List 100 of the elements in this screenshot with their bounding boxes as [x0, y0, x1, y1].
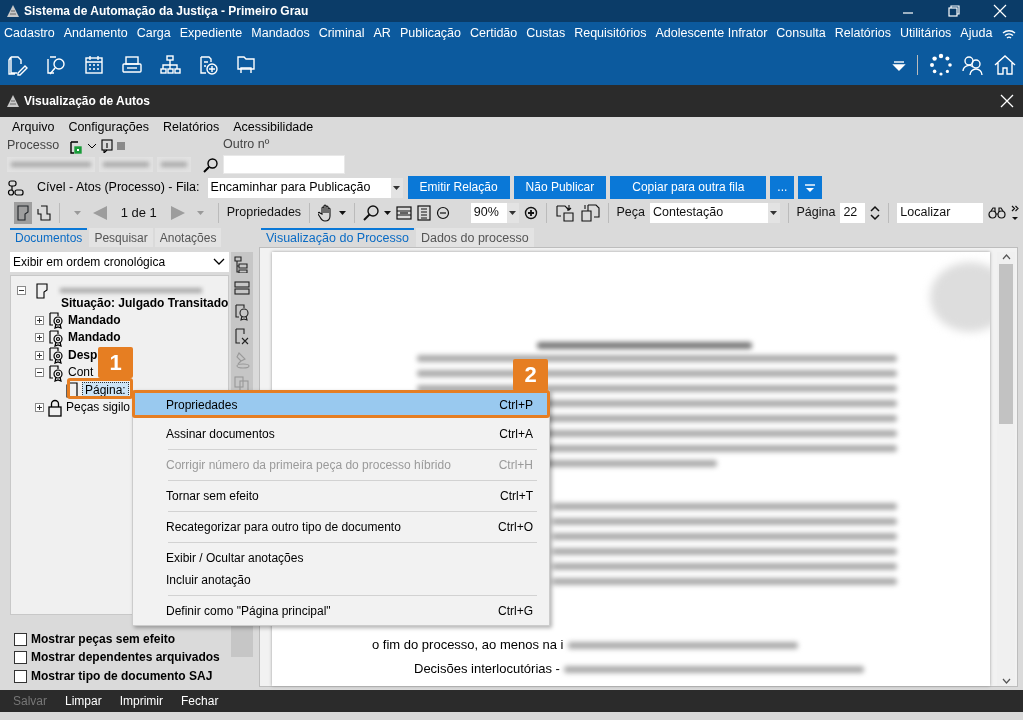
- action-button[interactable]: Emitir Relação: [407, 176, 510, 199]
- scroll-down-icon[interactable]: [1001, 678, 1011, 684]
- workflow-icon[interactable]: [7, 179, 25, 196]
- zoom-icon[interactable]: [362, 205, 379, 221]
- text-field[interactable]: [223, 155, 345, 174]
- menu-item[interactable]: Certidão: [470, 25, 518, 42]
- overflow-icon[interactable]: [1011, 205, 1019, 221]
- zoom-select[interactable]: 90%: [470, 203, 519, 223]
- menu-item[interactable]: Criminal: [318, 25, 365, 42]
- menu-item[interactable]: Recategorizar para outro tipo de documento Ctrl+O: [135, 516, 547, 538]
- menu-item[interactable]: Mandados: [251, 25, 310, 42]
- remove-document-icon[interactable]: [233, 327, 251, 345]
- collapse-icon[interactable]: [17, 286, 26, 296]
- expand-icon[interactable]: [35, 315, 44, 325]
- fit-page-icon[interactable]: [416, 205, 431, 221]
- menu-item[interactable]: Requisitórios: [574, 25, 647, 42]
- footer-button[interactable]: Imprimir: [119, 693, 164, 709]
- scrollbar-thumb[interactable]: [999, 264, 1013, 424]
- insert-page-icon[interactable]: [554, 204, 575, 222]
- certificate-icon[interactable]: [233, 303, 251, 321]
- spinner-arrows-icon[interactable]: [870, 205, 881, 221]
- tab[interactable]: Pesquisar: [89, 228, 153, 247]
- menu-item[interactable]: AR: [373, 25, 391, 42]
- secure-document-icon[interactable]: [69, 138, 83, 154]
- close-icon[interactable]: [999, 93, 1015, 109]
- expand-icon[interactable]: [35, 403, 44, 413]
- loading-spinner-icon[interactable]: [929, 53, 953, 77]
- tree-item[interactable]: Mandado: [68, 330, 121, 346]
- caret-icon[interactable]: [383, 211, 391, 215]
- tree-item[interactable]: Peças sigilo: [66, 400, 131, 416]
- info-document-icon[interactable]: [101, 139, 113, 153]
- menu-item[interactable]: Andamento: [63, 25, 128, 42]
- home-icon[interactable]: [993, 53, 1017, 77]
- checkbox-label[interactable]: Mostrar peças sem efeito: [31, 631, 176, 647]
- action-button[interactable]: ...: [770, 176, 795, 199]
- menu-item[interactable]: Publicação: [399, 25, 462, 42]
- edit-document-icon[interactable]: [6, 53, 30, 77]
- page-field[interactable]: 22: [840, 203, 866, 223]
- hierarchy-icon[interactable]: [158, 53, 182, 77]
- collapse-icon[interactable]: [35, 368, 44, 378]
- checkbox[interactable]: [14, 651, 27, 665]
- menu-item[interactable]: Definir como "Página principal" Ctrl+G: [135, 600, 547, 622]
- menu-item[interactable]: Ajuda: [960, 25, 993, 42]
- menu-item[interactable]: Cadastro: [4, 25, 55, 42]
- checkbox-label[interactable]: Mostrar dependentes arquivados: [31, 650, 220, 666]
- menu-item[interactable]: Acessibilidade: [233, 120, 314, 137]
- footer-button[interactable]: Limpar: [65, 693, 102, 709]
- dropdown-icon[interactable]: [892, 59, 906, 71]
- piece-select[interactable]: Contestação: [649, 203, 780, 223]
- calendar-icon[interactable]: [82, 53, 106, 77]
- checkbox[interactable]: [14, 632, 27, 646]
- tree-item[interactable]: Mandado: [68, 312, 121, 328]
- menu-item[interactable]: Adolescente Infrator: [655, 25, 768, 42]
- expand-icon[interactable]: [35, 350, 44, 360]
- caret-icon[interactable]: [338, 211, 346, 215]
- checkbox[interactable]: [14, 669, 27, 683]
- properties-button[interactable]: Propriedades: [226, 205, 302, 221]
- list-view-icon[interactable]: [233, 279, 251, 297]
- menu-item[interactable]: Configurações: [68, 120, 149, 137]
- document-split-icon[interactable]: [36, 205, 51, 221]
- menu-item[interactable]: Consulta: [776, 25, 826, 42]
- tree-item[interactable]: Desp: [68, 347, 98, 363]
- expand-icon[interactable]: [35, 333, 44, 343]
- tab[interactable]: Dados do processo: [415, 228, 534, 247]
- checkbox-label[interactable]: Mostrar tipo de documento SAJ: [31, 668, 213, 684]
- action-button[interactable]: Não Publicar: [513, 176, 607, 199]
- search-document-icon[interactable]: [44, 53, 68, 77]
- menu-item[interactable]: Carga: [136, 25, 171, 42]
- search-field[interactable]: Localizar: [897, 203, 983, 223]
- users-icon[interactable]: [961, 53, 985, 77]
- menu-item[interactable]: Exibir / Ocultar anotações: [135, 547, 547, 569]
- fit-width-icon[interactable]: [395, 206, 412, 220]
- tab[interactable]: Anotações: [154, 228, 222, 247]
- action-button[interactable]: Copiar para outra fila: [610, 176, 767, 199]
- menu-item[interactable]: Assinar documentos Ctrl+A: [135, 423, 547, 445]
- hand-icon[interactable]: [317, 204, 334, 222]
- more-button[interactable]: [798, 176, 823, 199]
- menu-item[interactable]: Custas: [526, 25, 566, 42]
- close-icon[interactable]: [991, 2, 1009, 20]
- restore-icon[interactable]: [945, 2, 963, 20]
- binoculars-icon[interactable]: [987, 207, 1006, 219]
- menu-item[interactable]: Utilitários: [899, 25, 952, 42]
- order-select[interactable]: Exibir em ordem cronológica: [10, 252, 229, 272]
- menu-item[interactable]: Arquivo: [12, 120, 55, 137]
- zoom-out-icon[interactable]: [435, 206, 450, 220]
- tree-item[interactable]: Cont: [68, 365, 94, 381]
- zoom-in-icon[interactable]: [523, 206, 538, 220]
- menu-item[interactable]: Incluir anotação: [135, 569, 547, 591]
- footer-button[interactable]: Fechar: [181, 693, 219, 709]
- tab[interactable]: Visualização do Processo: [261, 228, 414, 247]
- menu-item[interactable]: Expediente: [179, 25, 243, 42]
- menu-item[interactable]: Tornar sem efeito Ctrl+T: [135, 485, 547, 507]
- search-icon[interactable]: [203, 156, 219, 173]
- menu-item[interactable]: Relatórios: [163, 120, 220, 137]
- move-page-icon[interactable]: [579, 204, 600, 222]
- menu-item[interactable]: Relatórios: [834, 25, 891, 42]
- scroll-up-icon[interactable]: [1001, 254, 1011, 260]
- chevron-down-icon[interactable]: [87, 142, 97, 150]
- queue-select[interactable]: Encaminhar para Publicação: [207, 177, 403, 198]
- tree-view-icon[interactable]: [233, 255, 251, 273]
